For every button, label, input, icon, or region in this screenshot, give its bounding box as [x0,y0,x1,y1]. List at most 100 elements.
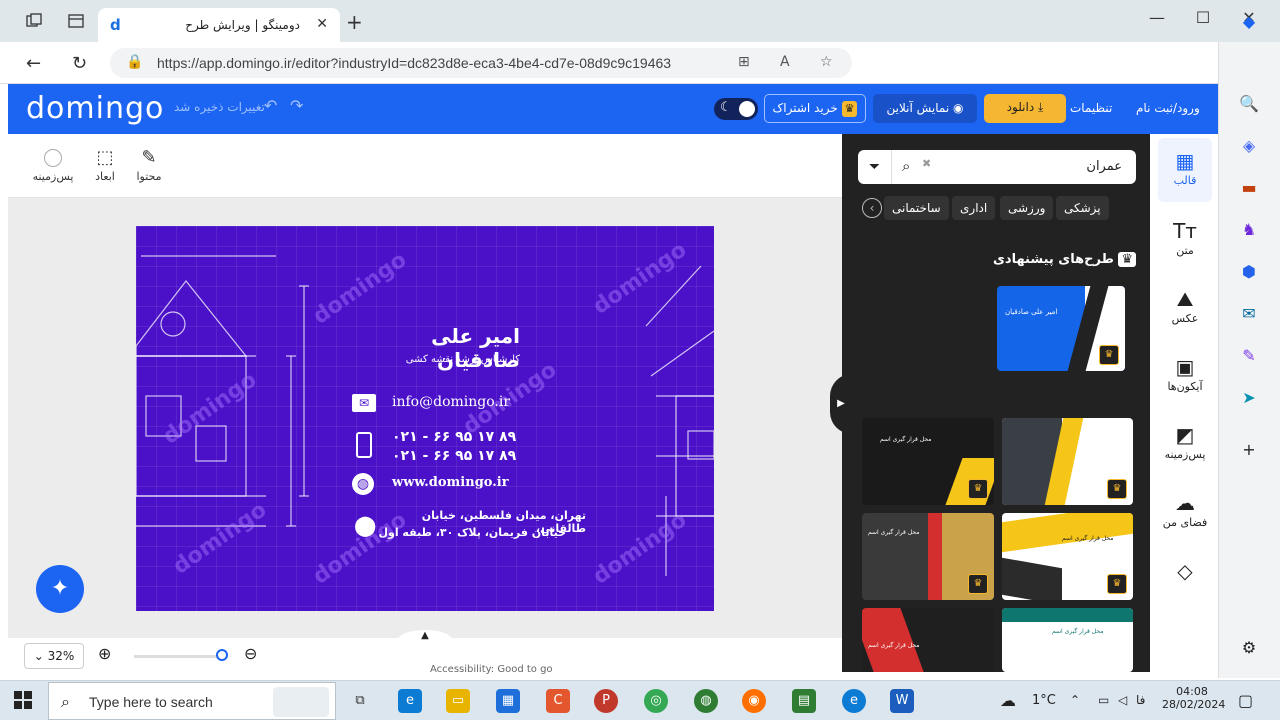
nav-photo[interactable]: ⛰ عکس [1158,286,1212,325]
template-thumb[interactable]: امیر علی صادقیان ♛ [997,286,1125,371]
add-sidebar-icon[interactable]: + [1237,438,1261,462]
card-address-line-2[interactable]: خیابان فریمان، پلاک ۳۰، طبقه اول [376,526,566,539]
zoom-in-icon[interactable]: ⊕ [98,644,111,663]
network-icon[interactable]: ▭ [1098,693,1109,707]
domingo-logo[interactable]: domingo [26,91,164,126]
card-email[interactable]: info@domingo.ir [392,394,510,410]
nav-icons[interactable]: ▣ آیکون‌ها [1158,354,1212,393]
card-phone-2[interactable]: ۰۲۱ - ۶۶ ۹۵ ۱۷ ۸۹ [392,448,516,464]
maximize-button[interactable]: ☐ [1180,8,1226,27]
template-thumb[interactable]: ♛ [1002,418,1133,505]
back-button[interactable]: ← [26,53,41,74]
panel-toggle-button[interactable]: ▶ [830,374,852,434]
search-icon[interactable]: ⌕ [902,157,910,175]
template-search[interactable]: ⏷ ⌕ ✖ عمران [858,150,1136,184]
template-thumb[interactable]: محل قرار گیری اسم ♛ [862,513,994,600]
lock-icon[interactable]: 🔒 [126,54,143,70]
windows-start-icon[interactable] [14,691,32,712]
clear-search-icon[interactable]: ✖ [922,157,931,170]
redo-icon[interactable]: ↷ [290,96,303,115]
nav-template[interactable]: ▦ قالب [1158,148,1212,187]
app-available-icon[interactable]: ⊞ [738,54,750,70]
workspaces-icon[interactable] [26,13,42,29]
chip-construction[interactable]: ساختمانی [884,196,949,220]
notifications-icon[interactable]: ▢ [1238,691,1253,710]
sidebar-settings-icon[interactable]: ⚙ [1237,636,1261,660]
minimize-button[interactable]: — [1134,8,1180,27]
outlook-icon[interactable]: ✉ [1237,302,1261,326]
task-view-icon[interactable]: ⧉ [348,689,372,713]
search-input[interactable]: عمران [1086,159,1122,174]
browser-tab[interactable]: d دومینگو | ویرایش طرح ✕ [98,8,340,42]
chrome-icon[interactable]: ◎ [644,689,668,713]
dark-mode-toggle[interactable]: ☾ [714,98,758,120]
language-indicator[interactable]: فا [1136,693,1145,707]
tray-arrow-icon[interactable]: ⌃ [1070,693,1080,707]
content-tool[interactable]: ✎ محتوا [124,146,174,183]
url-text[interactable]: https://app.domingo.ir/editor?industryId… [157,55,671,71]
app-icon[interactable]: P [594,689,618,713]
background-tool[interactable]: پس‌زمینه [28,146,78,183]
undo-icon[interactable]: ↶ [264,96,277,115]
store-icon[interactable]: ▦ [496,689,520,713]
refresh-button[interactable]: ↻ [72,53,87,74]
games-icon[interactable]: ♞ [1237,218,1261,242]
template-thumb[interactable]: محل قرار گیری اسم ♛ [1002,513,1133,600]
zoom-select[interactable]: ⌄ 32% [24,643,84,669]
tab-actions-icon[interactable] [68,13,84,29]
read-aloud-icon[interactable]: A [780,54,790,70]
search-icon[interactable]: 🔍 [1237,92,1261,116]
url-box[interactable]: 🔒 https://app.domingo.ir/editor?industry… [110,48,852,78]
word-icon[interactable]: W [890,689,914,713]
edge-beta-icon[interactable]: e [842,689,866,713]
zoom-out-icon[interactable]: ⊖ [244,644,257,663]
business-card[interactable]: domingo domingo domingo domingo domingo … [136,226,714,611]
close-tab-icon[interactable]: ✕ [316,16,328,32]
subscribe-button[interactable]: ♛ خرید اشتراک [764,94,866,123]
office-icon[interactable]: ⬢ [1237,260,1261,284]
chip-medical[interactable]: پزشکی [1056,196,1109,220]
template-thumb[interactable]: محل قرار گیری اسم [862,608,994,672]
taskbar-search[interactable]: ⌕ Type here to search [48,682,336,720]
temperature[interactable]: 1°C [1032,693,1056,708]
chip-office[interactable]: اداری [952,196,996,220]
online-preview-button[interactable]: ◉ نمایش آنلاین [873,94,977,123]
app-icon[interactable]: ◍ [694,689,718,713]
card-website[interactable]: www.domingo.ir [392,475,509,490]
app-icon[interactable]: C [546,689,570,713]
filter-icon[interactable]: ⏷ [858,150,892,184]
nav-more[interactable]: ◇ [1158,558,1212,584]
briefcase-icon[interactable]: ▬ [1237,176,1261,200]
app-icon[interactable]: ▤ [792,689,816,713]
template-thumb[interactable]: محل قرار گیری اسم ♛ [862,418,994,505]
designer-icon[interactable]: ✎ [1237,344,1261,368]
file-explorer-icon[interactable]: ▭ [446,689,470,713]
dimensions-tool[interactable]: ⬚ ابعاد [80,146,130,183]
favorite-star-icon[interactable]: ☆ [820,54,833,70]
copilot-icon[interactable]: ◆ [1237,10,1261,34]
magic-wand-button[interactable]: ✦ [36,565,84,613]
location-pin-icon: ⬤ [354,513,377,537]
card-phone-1[interactable]: ۰۲۱ - ۶۶ ۹۵ ۱۷ ۸۹ [392,429,516,445]
nav-my-space[interactable]: ☁ فضای من [1158,490,1212,529]
send-icon[interactable]: ➤ [1237,386,1261,410]
nav-text[interactable]: Tт متن [1158,218,1212,257]
template-thumb[interactable]: محل قرار گیری اسم [1002,608,1133,672]
zoom-slider[interactable] [134,655,228,658]
tag-icon[interactable]: ◈ [1237,134,1261,158]
login-link[interactable]: ورود/ثبت نام [1136,101,1200,115]
weather-icon[interactable]: ☁ [1000,691,1016,710]
volume-icon[interactable]: ◁ [1118,693,1127,707]
chip-sports[interactable]: ورزشی [1000,196,1054,220]
edge-app-icon[interactable]: e [398,689,422,713]
clock[interactable]: 04:08 28/02/2024 [1162,685,1225,711]
chips-next-icon[interactable]: ‹ [862,198,882,218]
card-job-title[interactable]: کارشناس ارشد نقشه کشی [350,354,520,365]
download-button[interactable]: ⤓ دانلود [984,94,1066,123]
firefox-icon[interactable]: ◉ [742,689,766,713]
nav-background[interactable]: ◩ پس‌زمینه [1158,422,1212,461]
new-tab-button[interactable]: + [346,10,363,34]
collapse-bottom-button[interactable]: ▲ [398,630,452,650]
settings-link[interactable]: تنظیمات [1070,101,1112,115]
zoom-slider-handle[interactable] [216,649,228,661]
